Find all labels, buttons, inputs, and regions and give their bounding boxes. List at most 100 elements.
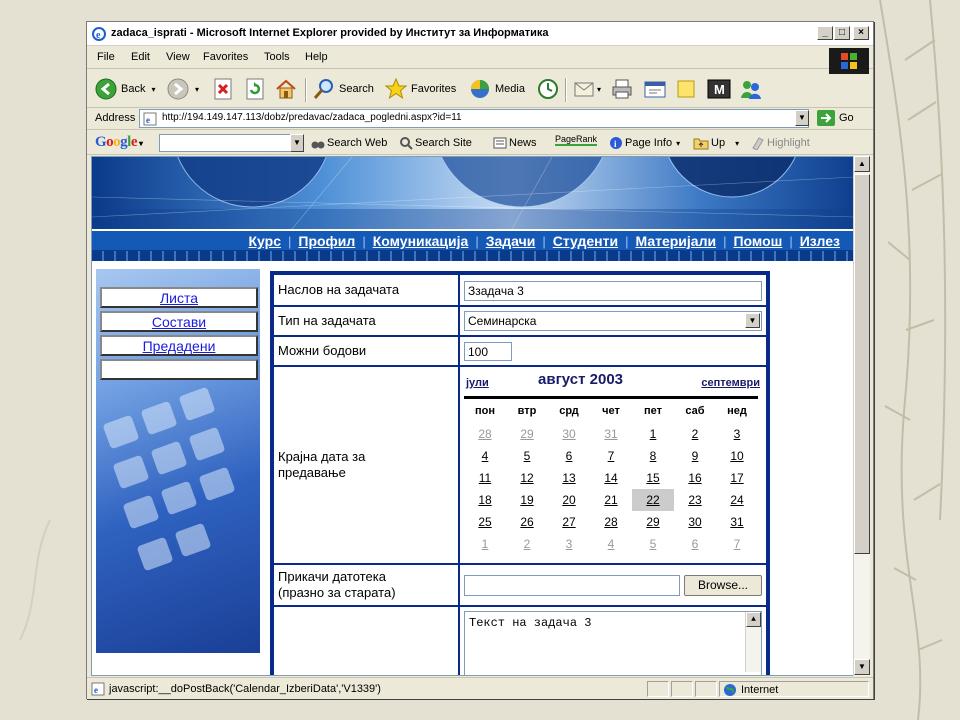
calendar-day[interactable]: 31	[590, 423, 632, 445]
scroll-thumb[interactable]	[854, 174, 870, 554]
calendar-day[interactable]: 18	[464, 489, 506, 511]
calendar-day[interactable]: 2	[674, 423, 716, 445]
calendar-day[interactable]: 19	[506, 489, 548, 511]
calendar-day[interactable]: 29	[632, 511, 674, 533]
calendar-day[interactable]: 28	[590, 511, 632, 533]
mail-dropdown-icon[interactable]: ▾	[597, 85, 601, 94]
calendar-day[interactable]: 11	[464, 467, 506, 489]
menu-view[interactable]: View	[166, 51, 190, 63]
messenger-button[interactable]: M	[707, 78, 731, 100]
page-scrollbar[interactable]: ▲ ▼	[853, 156, 870, 676]
nav-profil[interactable]: Профил	[298, 233, 355, 249]
task-text-area[interactable]: Текст на задача 3 ▲	[464, 611, 762, 675]
google-logo[interactable]: Google ▾	[95, 134, 143, 151]
minimize-button[interactable]: _	[817, 26, 833, 40]
close-button[interactable]: ×	[853, 26, 869, 40]
sidebar-item-predadeni[interactable]: Предадени	[100, 335, 258, 356]
history-button[interactable]	[537, 78, 559, 100]
calendar-day[interactable]: 24	[716, 489, 758, 511]
calendar-day[interactable]: 12	[506, 467, 548, 489]
calendar-day[interactable]: 8	[632, 445, 674, 467]
calendar-day[interactable]: 26	[506, 511, 548, 533]
menu-help[interactable]: Help	[305, 51, 328, 63]
up-button[interactable]: Up ▾	[693, 136, 739, 150]
calendar-day[interactable]: 1	[464, 533, 506, 555]
scroll-down-icon[interactable]: ▼	[854, 659, 870, 675]
calendar-day[interactable]: 6	[548, 445, 590, 467]
points-input[interactable]: 100	[464, 342, 512, 361]
calendar-day[interactable]: 14	[590, 467, 632, 489]
back-dropdown-icon[interactable]: ▾	[151, 85, 155, 94]
page-info-dropdown-icon[interactable]: ▾	[676, 139, 680, 148]
textarea-scrollbar[interactable]: ▲	[745, 612, 761, 672]
calendar-day[interactable]: 30	[674, 511, 716, 533]
calendar-day[interactable]: 25	[464, 511, 506, 533]
sidebar-item-sostavi[interactable]: Состави	[100, 311, 258, 332]
stop-button[interactable]	[213, 78, 233, 100]
calendar-day[interactable]: 21	[590, 489, 632, 511]
calendar-day[interactable]: 29	[506, 423, 548, 445]
nav-materijali[interactable]: Материјали	[635, 233, 716, 249]
calendar-day[interactable]: 16	[674, 467, 716, 489]
edit-button[interactable]	[643, 78, 667, 100]
search-web-button[interactable]: Search Web	[311, 136, 387, 150]
calendar-day[interactable]: 30	[548, 423, 590, 445]
google-search-dropdown-icon[interactable]: ▼	[290, 134, 304, 152]
address-dropdown-icon[interactable]: ▼	[795, 110, 809, 126]
mail-button[interactable]: ▾	[573, 78, 601, 100]
calendar-day[interactable]: 7	[716, 533, 758, 555]
news-button[interactable]: News	[493, 136, 537, 150]
calendar-day[interactable]: 28	[464, 423, 506, 445]
nav-izlez[interactable]: Излез	[800, 233, 840, 249]
sidebar-item-lista[interactable]: Листа	[100, 287, 258, 308]
nav-studenti[interactable]: Студенти	[553, 233, 618, 249]
nav-pomosh[interactable]: Помош	[733, 233, 782, 249]
media-button[interactable]: Media	[469, 78, 525, 100]
highlight-button[interactable]: Highlight	[751, 136, 810, 150]
calendar-day[interactable]: 6	[674, 533, 716, 555]
calendar-prev-month[interactable]: јули	[466, 377, 489, 389]
go-button[interactable]: Go	[817, 110, 854, 126]
menu-edit[interactable]: Edit	[131, 51, 150, 63]
print-button[interactable]	[611, 78, 633, 100]
calendar-next-month[interactable]: септември	[701, 377, 760, 389]
calendar-day[interactable]: 2	[506, 533, 548, 555]
favorites-button[interactable]: Favorites	[385, 78, 456, 100]
calendar-day[interactable]: 1	[632, 423, 674, 445]
calendar-day[interactable]: 10	[716, 445, 758, 467]
google-search-input[interactable]	[159, 134, 291, 152]
menu-favorites[interactable]: Favorites	[203, 51, 248, 63]
calendar-day[interactable]: 22	[632, 489, 674, 511]
calendar-day[interactable]: 3	[716, 423, 758, 445]
search-button[interactable]: Search	[313, 78, 374, 100]
menu-file[interactable]: File	[97, 51, 115, 63]
search-site-button[interactable]: Search Site	[399, 136, 472, 150]
calendar-day[interactable]: 15	[632, 467, 674, 489]
calendar-day[interactable]: 13	[548, 467, 590, 489]
refresh-button[interactable]	[245, 78, 265, 100]
calendar-day[interactable]: 27	[548, 511, 590, 533]
sidebar-link-lista[interactable]: Листа	[160, 290, 198, 306]
browse-button[interactable]: Browse...	[684, 575, 762, 596]
page-info-button[interactable]: i Page Info ▾	[609, 136, 680, 150]
title-input[interactable]: Ззадача 3	[464, 281, 762, 301]
contacts-button[interactable]	[739, 78, 763, 100]
calendar-day[interactable]: 31	[716, 511, 758, 533]
calendar-day[interactable]: 17	[716, 467, 758, 489]
calendar-day[interactable]: 3	[548, 533, 590, 555]
calendar-day[interactable]: 5	[506, 445, 548, 467]
nav-zadachi[interactable]: Задачи	[486, 233, 536, 249]
calendar-day[interactable]: 9	[674, 445, 716, 467]
menu-tools[interactable]: Tools	[264, 51, 290, 63]
calendar-day[interactable]: 7	[590, 445, 632, 467]
nav-komunikacija[interactable]: Комуникација	[373, 233, 469, 249]
file-path-input[interactable]	[464, 575, 680, 596]
forward-button[interactable]: ▾	[167, 78, 199, 100]
scroll-up-icon[interactable]: ▲	[854, 156, 870, 172]
calendar-day[interactable]: 23	[674, 489, 716, 511]
maximize-button[interactable]: □	[834, 26, 850, 40]
back-button[interactable]: Back ▾	[95, 78, 155, 100]
calendar-day[interactable]: 4	[590, 533, 632, 555]
type-select[interactable]: Семинарска ▼	[464, 311, 762, 331]
sidebar-link-predadeni[interactable]: Предадени	[143, 338, 216, 354]
